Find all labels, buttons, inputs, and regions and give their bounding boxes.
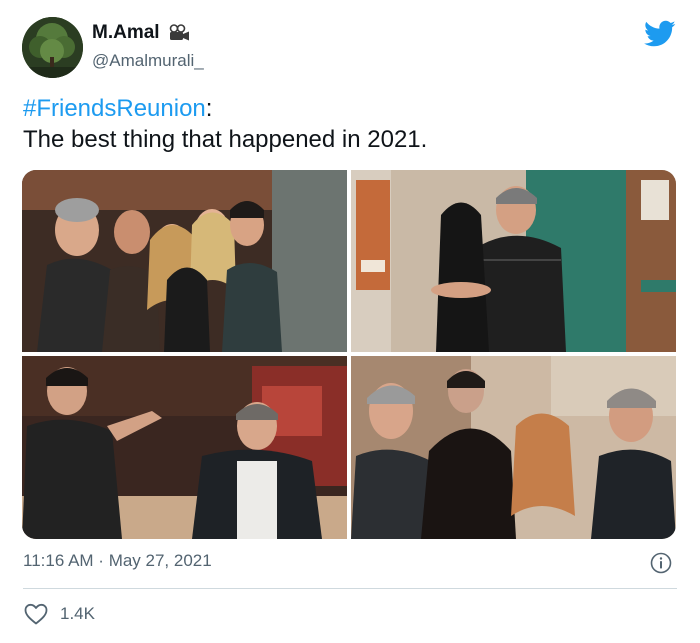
tree-avatar-icon (22, 17, 83, 78)
group-selfie-photo (22, 170, 347, 352)
group-huddle-photo (351, 356, 676, 539)
two-men-laughing-photo (22, 356, 347, 539)
tweet-card: M.Amal @Amalmurali_ #FriendsReunion: The… (0, 0, 700, 643)
hashtag-suffix: : (205, 95, 213, 122)
tweet-hashtag-line: #FriendsReunion: (23, 93, 427, 124)
twitter-bird-icon[interactable] (644, 20, 676, 48)
photo-2[interactable] (351, 170, 676, 352)
like-count: 1.4K (60, 604, 95, 623)
author-handle[interactable]: @Amalmurali_ (92, 51, 204, 71)
tweet-timestamp[interactable]: 11:16 AM · May 27, 2021 (23, 551, 212, 571)
photo-4[interactable] (351, 356, 676, 539)
hug-at-door-photo (351, 170, 676, 352)
author-name-row: M.Amal (92, 22, 190, 44)
tweet-body: The best thing that happened in 2021. (23, 126, 428, 153)
divider (23, 588, 677, 589)
avatar[interactable] (22, 17, 83, 78)
timestamp-separator: · (93, 551, 109, 570)
hashtag-link[interactable]: #FriendsReunion (23, 95, 206, 122)
photo-3[interactable] (22, 356, 347, 539)
tweet-time: 11:16 AM (23, 551, 94, 570)
like-action[interactable]: 1.4K (24, 603, 95, 625)
heart-icon[interactable] (24, 603, 48, 625)
info-icon[interactable] (650, 552, 672, 574)
photo-1[interactable] (22, 170, 347, 352)
media-grid (22, 170, 676, 539)
movie-camera-icon (168, 24, 190, 42)
tweet-date: May 27, 2021 (108, 551, 212, 570)
tweet-text: #FriendsReunion: The best thing that hap… (23, 93, 427, 155)
display-name[interactable]: M.Amal (92, 22, 160, 44)
